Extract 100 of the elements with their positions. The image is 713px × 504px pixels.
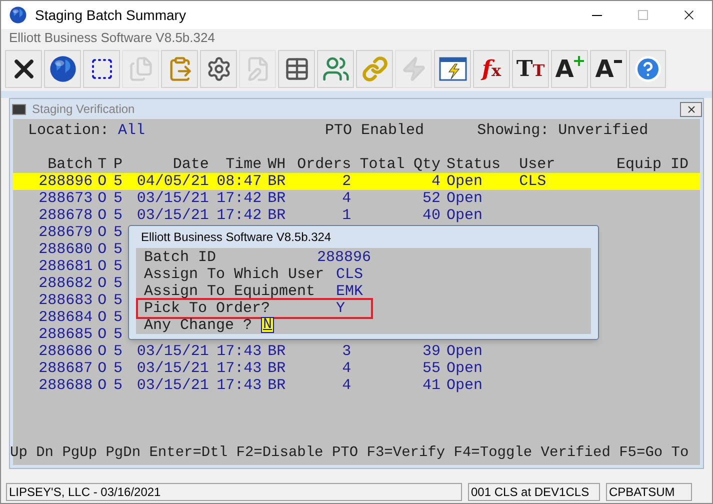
- table-cell: O: [98, 241, 107, 258]
- toolbar-button[interactable]: [5, 50, 42, 88]
- showing-filter: Showing: Unverified: [477, 122, 648, 139]
- column-header: P: [112, 156, 124, 173]
- function-keys: Up Dn PgUp PgDn Enter=Dtl F2=Disable PTO F3=Verify F4=Toggle Verified F5=Go To: [10, 445, 700, 462]
- table-cell: 288896: [38, 173, 93, 190]
- table-cell: 288673: [38, 190, 93, 207]
- column-header: WH: [266, 156, 287, 173]
- table-cell: 17:43: [216, 360, 262, 377]
- table-row[interactable]: 288687 O 5 03/15/21 17:43 BR 4 55 Open: [13, 360, 700, 377]
- table-cell: 288684: [38, 309, 93, 326]
- lightning-icon: [400, 56, 426, 82]
- table-cell: 17:42: [216, 190, 262, 207]
- toolbar-button[interactable]: [44, 50, 81, 88]
- table-cell: Open: [446, 377, 483, 394]
- table-row[interactable]: 288678 O 5 03/15/21 17:42 BR 1 40 Open: [13, 207, 700, 224]
- window-subtitle: Elliott Business Software V8.5b.324: [8, 29, 216, 47]
- toolbar-button[interactable]: A: [590, 50, 627, 88]
- table-cell: 55: [422, 360, 441, 377]
- toolbar-button[interactable]: [434, 50, 471, 88]
- link-icon: [362, 56, 388, 82]
- table-cell: BR: [268, 377, 286, 394]
- dialog-title: Elliott Business Software V8.5b.324: [140, 228, 332, 246]
- table-cell: 03/15/21: [136, 343, 209, 360]
- answer-field[interactable]: N: [261, 317, 274, 333]
- table-cell: 288688: [38, 377, 93, 394]
- table-cell: 5: [114, 326, 123, 343]
- column-header: Time: [224, 156, 262, 173]
- table-cell: 5: [114, 224, 123, 241]
- table-cell: 4: [342, 377, 352, 394]
- toolbar-button[interactable]: TT: [512, 50, 549, 88]
- table-cell: 288678: [38, 207, 93, 224]
- table-cell: 4: [342, 360, 352, 377]
- table-cell: O: [98, 292, 107, 309]
- selection-icon: [90, 57, 114, 81]
- table-cell: 4: [432, 173, 441, 190]
- table-cell: 288686: [38, 343, 93, 360]
- table-cell: 03/15/21: [136, 377, 209, 394]
- field-label: Assign To Equipment: [143, 283, 316, 300]
- column-header: T: [96, 156, 108, 173]
- column-header: Batch: [46, 156, 93, 173]
- table-cell: 40: [422, 207, 441, 224]
- inner-window-title: Staging Verification: [32, 101, 135, 118]
- table-cell: Open: [446, 173, 483, 190]
- toolbar-button[interactable]: fx: [473, 50, 510, 88]
- table-cell: O: [98, 224, 107, 241]
- column-header: Equip ID: [616, 156, 690, 173]
- table-cell: O: [98, 275, 107, 292]
- table-cell: O: [98, 377, 107, 394]
- table-cell: 3: [342, 343, 352, 360]
- table-cell: 4: [342, 190, 352, 207]
- column-header: Qty: [412, 156, 441, 173]
- table-cell: 5: [114, 275, 123, 292]
- app-icon: [9, 6, 27, 24]
- column-header: Status: [446, 156, 502, 173]
- table-cell: O: [98, 326, 107, 343]
- table-cell: 5: [114, 258, 123, 275]
- field-value: CLS: [336, 266, 364, 283]
- table-cell: 288682: [38, 275, 93, 292]
- table-cell: 39: [422, 343, 441, 360]
- pto-status: PTO Enabled: [325, 122, 424, 139]
- field-label: Batch ID: [143, 249, 218, 266]
- table-cell: 41: [422, 377, 441, 394]
- location-label: Location:: [28, 122, 110, 139]
- table-cell: 03/15/21: [136, 360, 209, 377]
- table-row[interactable]: 288686 O 5 03/15/21 17:43 BR 3 39 Open: [13, 343, 700, 360]
- table-row[interactable]: 288688 O 5 03/15/21 17:43 BR 4 41 Open: [13, 377, 700, 394]
- toolbar-button[interactable]: [278, 50, 315, 88]
- close-button[interactable]: [680, 102, 702, 116]
- field-label: Assign To Which User: [143, 266, 326, 283]
- users-icon: [322, 55, 350, 83]
- globe-icon: [48, 55, 76, 83]
- help-icon: [634, 55, 662, 83]
- table-cell: 1: [342, 207, 352, 224]
- table-cell: 288687: [38, 360, 93, 377]
- table-cell: BR: [268, 173, 286, 190]
- toolbar-button[interactable]: [83, 50, 120, 88]
- table-cell: 5: [114, 173, 123, 190]
- table-cell: 5: [114, 377, 123, 394]
- toolbar-button[interactable]: [200, 50, 237, 88]
- table-icon: [284, 56, 310, 82]
- window-icon: [12, 104, 26, 114]
- toolbar-button[interactable]: A: [551, 50, 588, 88]
- table-cell: 288685: [38, 326, 93, 343]
- table-row[interactable]: 288896 O 5 04/05/21 08:47 BR 2 4 Open CLS: [13, 173, 700, 190]
- table-cell: 03/15/21: [136, 190, 209, 207]
- font-glyph-icon: TT: [516, 58, 545, 80]
- table-cell: 5: [114, 190, 123, 207]
- table-cell: BR: [268, 207, 286, 224]
- table-cell: O: [98, 258, 107, 275]
- table-cell: 5: [114, 292, 123, 309]
- table-cell: BR: [268, 343, 286, 360]
- copy-icon: [128, 56, 154, 82]
- table-cell: 5: [114, 360, 123, 377]
- change-prompt: Any Change ?: [144, 317, 252, 334]
- status-panel: 001 CLS at DEV1CLS: [468, 483, 600, 501]
- table-cell: 288681: [38, 258, 93, 275]
- table-row[interactable]: 288673 O 5 03/15/21 17:42 BR 4 52 Open: [13, 190, 700, 207]
- column-header: Orders: [296, 156, 352, 173]
- column-header: Total: [358, 156, 405, 173]
